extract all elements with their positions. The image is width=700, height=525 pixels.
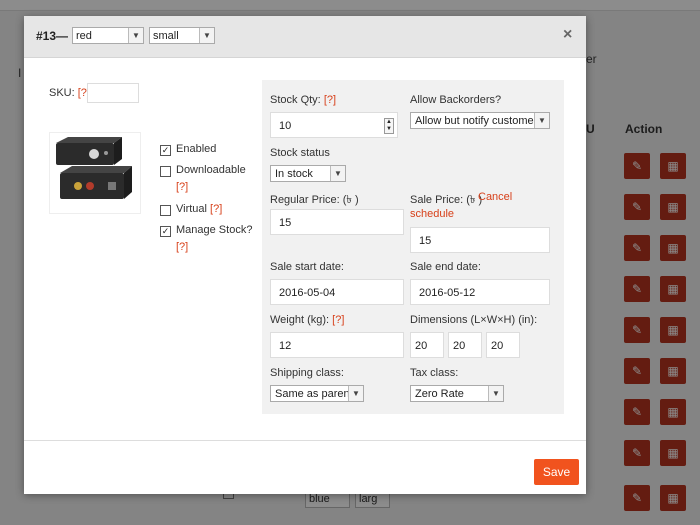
color-attribute-select[interactable]: red ▼ xyxy=(72,27,144,44)
color-attribute-value: red xyxy=(76,30,92,42)
tax-class-label: Tax class: xyxy=(410,367,459,379)
regular-price-value: 15 xyxy=(279,217,292,229)
weight-input[interactable]: 12 xyxy=(270,332,404,358)
sale-end-input[interactable]: 2016-05-12 xyxy=(410,279,550,305)
dimension-height-value: 20 xyxy=(491,340,504,352)
manage-stock-label: Manage Stock? xyxy=(176,224,253,236)
size-attribute-select[interactable]: small ▼ xyxy=(149,27,215,44)
save-button[interactable]: Save xyxy=(534,459,579,485)
manage-stock-checkbox[interactable]: ✓ xyxy=(160,226,171,237)
weight-label: Weight (kg): [?] xyxy=(270,314,344,326)
sale-end-value: 2016-05-12 xyxy=(419,287,476,299)
dimension-width-input[interactable]: 20 xyxy=(448,332,482,358)
sku-label-text: SKU: xyxy=(49,87,75,99)
stock-status-value: In stock xyxy=(275,168,313,180)
downloadable-checkbox[interactable] xyxy=(160,166,171,177)
weight-value: 12 xyxy=(279,340,292,352)
regular-price-input[interactable]: 15 xyxy=(270,209,404,235)
shipping-class-select[interactable]: Same as parent ▼ xyxy=(270,385,364,402)
variation-id: #13— xyxy=(36,29,69,43)
sku-label: SKU: [?] xyxy=(49,87,90,99)
downloadable-label: Downloadable xyxy=(176,164,246,176)
stock-qty-value: 10 xyxy=(279,120,292,132)
sale-start-value: 2016-05-04 xyxy=(279,287,336,299)
chevron-down-icon: ▼ xyxy=(128,28,143,43)
stock-qty-label: Stock Qty: [?] xyxy=(270,94,336,106)
chevron-down-icon: ▼ xyxy=(199,28,214,43)
allow-backorders-label: Allow Backorders? xyxy=(410,94,502,106)
variation-edit-modal: #13— red ▼ small ▼ × SKU: [?] ✓ Enabled xyxy=(24,16,586,494)
chevron-down-icon: ▼ xyxy=(330,166,345,181)
size-attribute-value: small xyxy=(153,30,179,42)
sale-start-input[interactable]: 2016-05-04 xyxy=(270,279,404,305)
tax-class-value: Zero Rate xyxy=(415,388,464,400)
chevron-down-icon: ▼ xyxy=(488,386,503,401)
chevron-down-icon: ▼ xyxy=(534,113,549,128)
stepper-icon[interactable]: ▲ ▼ xyxy=(384,118,394,134)
tax-class-select[interactable]: Zero Rate ▼ xyxy=(410,385,504,402)
allow-backorders-select[interactable]: Allow but notify customer ▼ xyxy=(410,112,550,129)
stock-qty-input[interactable]: 10 ▲ ▼ xyxy=(270,112,398,138)
dimension-width-value: 20 xyxy=(453,340,466,352)
enabled-label: Enabled xyxy=(176,143,217,155)
stock-status-label: Stock status xyxy=(270,147,330,159)
weight-help-link[interactable]: [?] xyxy=(332,314,344,326)
virtual-help-link[interactable]: [?] xyxy=(210,203,222,215)
sku-input[interactable] xyxy=(87,83,139,103)
cancel-schedule-link[interactable]: Cancel schedule xyxy=(410,189,520,223)
sale-price-value: 15 xyxy=(419,235,432,247)
stock-status-select[interactable]: In stock ▼ xyxy=(270,165,346,182)
downloadable-help-link[interactable]: [?] xyxy=(176,181,188,193)
stock-qty-label-text: Stock Qty: xyxy=(270,94,321,106)
shipping-class-label: Shipping class: xyxy=(270,367,344,379)
manage-stock-help-link[interactable]: [?] xyxy=(176,241,188,253)
shipping-class-value: Same as parent xyxy=(275,388,353,400)
virtual-checkbox[interactable] xyxy=(160,205,171,216)
dimension-height-input[interactable]: 20 xyxy=(486,332,520,358)
weight-label-text: Weight (kg): xyxy=(270,314,330,326)
enabled-checkbox[interactable]: ✓ xyxy=(160,145,171,156)
modal-footer xyxy=(24,440,586,494)
virtual-label-text: Virtual xyxy=(176,203,207,215)
sale-start-label: Sale start date: xyxy=(270,261,344,273)
allow-backorders-value: Allow but notify customer xyxy=(415,115,538,127)
dimensions-label: Dimensions (L×W×H) (in): xyxy=(410,314,538,326)
product-image xyxy=(49,132,141,214)
regular-price-label: Regular Price: (৳ ) xyxy=(270,194,359,206)
virtual-label: Virtual [?] xyxy=(176,203,222,215)
stock-qty-help-link[interactable]: [?] xyxy=(324,94,336,106)
variation-details-panel: Stock Qty: [?] 10 ▲ ▼ Allow Backorders? A… xyxy=(262,80,564,414)
chevron-down-icon: ▼ xyxy=(348,386,363,401)
dimension-length-value: 20 xyxy=(415,340,428,352)
close-icon[interactable]: × xyxy=(563,26,572,44)
sale-end-label: Sale end date: xyxy=(410,261,481,273)
modal-header: #13— red ▼ small ▼ × xyxy=(24,16,586,58)
dimension-length-input[interactable]: 20 xyxy=(410,332,444,358)
sale-price-input[interactable]: 15 xyxy=(410,227,550,253)
